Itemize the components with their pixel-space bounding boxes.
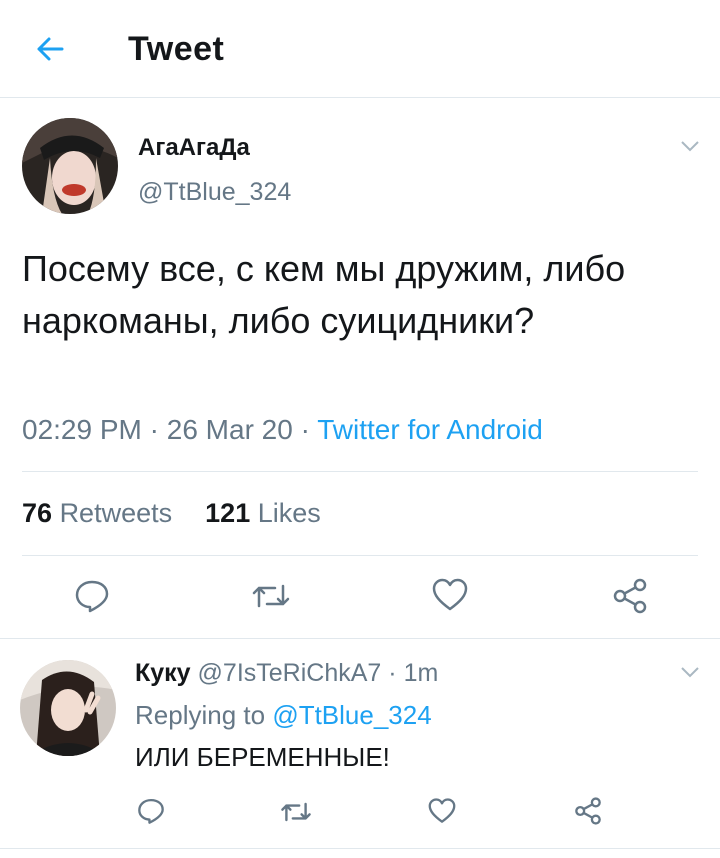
reply-author-handle[interactable]: @7IsTeRiChkA7 (198, 659, 382, 687)
avatar[interactable] (20, 660, 116, 756)
tweet-time: 02:29 PM (22, 414, 142, 445)
page-title: Tweet (128, 30, 225, 68)
replying-to-handle[interactable]: @TtBlue_324 (272, 700, 431, 730)
replying-prefix: Replying to (135, 700, 266, 730)
likes-label[interactable]: Likes (258, 498, 321, 528)
tweet-meta: 02:29 PM · 26 Mar 20 · Twitter for Andro… (22, 414, 543, 446)
author-handle[interactable]: @TtBlue_324 (138, 178, 291, 207)
replying-to: Replying to @TtBlue_324 (135, 700, 432, 731)
like-icon[interactable] (428, 798, 456, 824)
reply-text: ИЛИ БЕРЕМЕННЫЕ! (135, 742, 390, 772)
share-icon[interactable] (574, 797, 602, 825)
chevron-down-icon[interactable] (680, 666, 700, 678)
reply-author-line: Куку @7IsTeRiChkA7 · 1m (135, 659, 438, 688)
top-bar: Tweet (0, 0, 720, 98)
share-icon[interactable] (612, 578, 648, 614)
meta-separator: · (388, 659, 397, 687)
likes-count[interactable]: 121 (205, 498, 250, 528)
divider (0, 848, 720, 849)
like-icon[interactable] (432, 578, 468, 612)
chevron-down-icon[interactable] (680, 140, 700, 152)
retweets-label[interactable]: Retweets (60, 498, 173, 528)
reply-time: 1m (403, 659, 439, 687)
reply-icon[interactable] (74, 578, 110, 614)
reply-author-name[interactable]: Куку (135, 659, 191, 687)
retweet-icon[interactable] (251, 580, 291, 612)
divider (22, 555, 698, 556)
tweet-date: 26 Mar 20 (166, 414, 293, 445)
back-arrow-icon[interactable] (34, 33, 66, 65)
divider (22, 471, 698, 472)
section-divider (0, 638, 720, 639)
tweet-text: Посему все, с кем мы дружим, либо нарком… (22, 248, 626, 341)
reply-icon[interactable] (137, 797, 165, 825)
retweet-icon[interactable] (280, 799, 312, 825)
tweet-source-link[interactable]: Twitter for Android (317, 414, 543, 445)
tweet-stats: 76 Retweets 121 Likes (22, 498, 321, 529)
meta-separator: · (300, 414, 318, 445)
retweets-count[interactable]: 76 (22, 498, 52, 528)
author-name[interactable]: АгаАгаДа (138, 134, 250, 162)
meta-separator: · (149, 414, 167, 445)
avatar[interactable] (22, 118, 118, 214)
